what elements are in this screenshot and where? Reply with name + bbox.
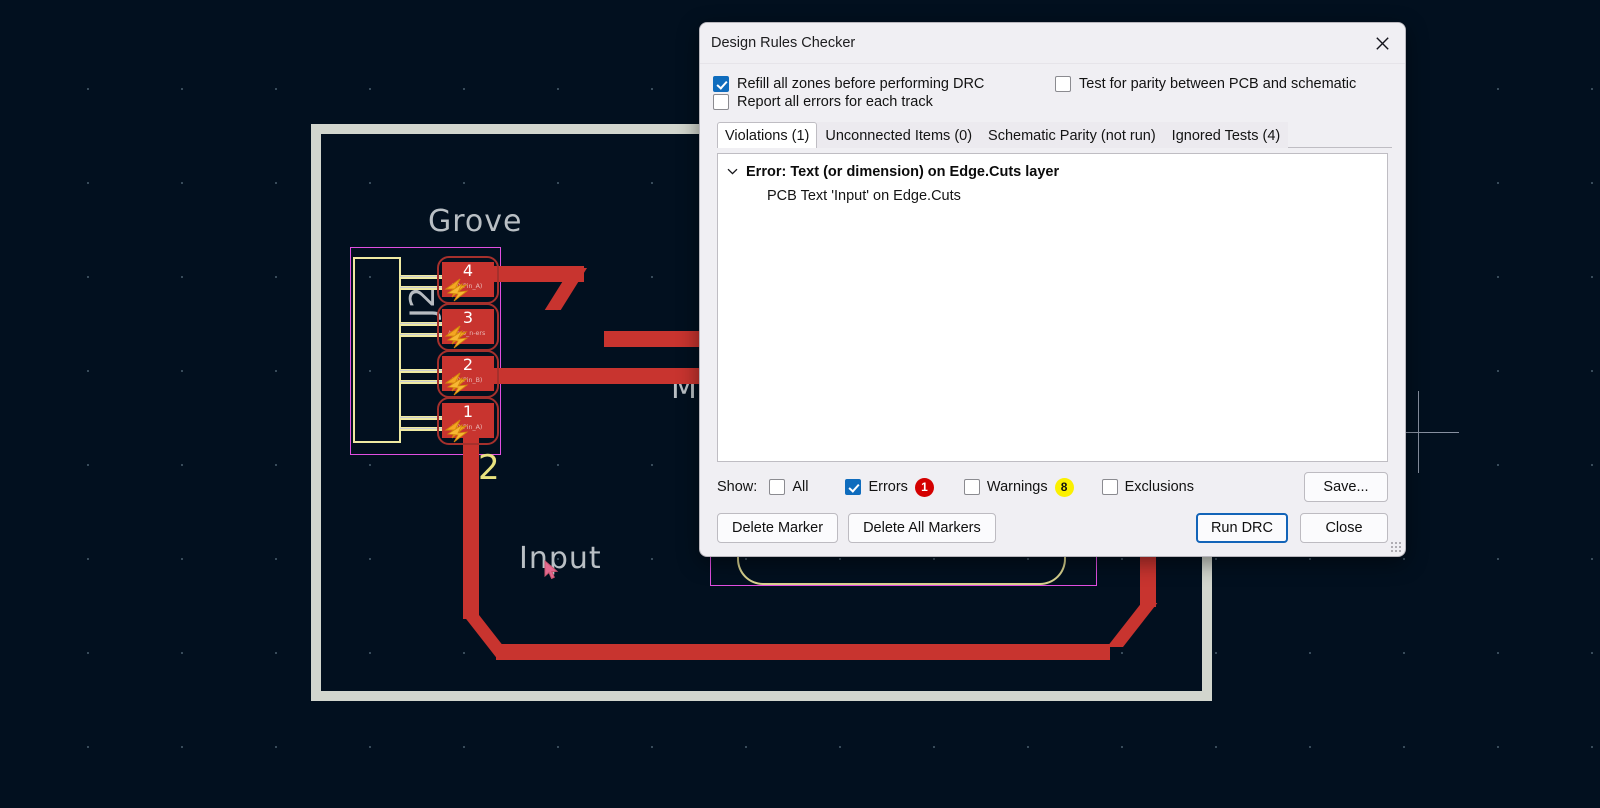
warnings-count-badge: 8 [1054,477,1074,497]
tab-violations[interactable]: Violations (1) [717,122,818,148]
filter-errors[interactable]: Errors 1 [845,477,934,497]
tab-unconnected-items[interactable]: Unconnected Items (0) [817,122,981,148]
dialog-title: Design Rules Checker [711,35,856,51]
dialog-tabstrip: Violations (1) Unconnected Items (0) Sch… [717,121,1392,148]
filter-warnings-label: Warnings [986,479,1048,495]
dialog-body: Refill all zones before performing DRC T… [700,64,1405,462]
design-rules-checker-dialog: Design Rules Checker Refill all zones be… [699,22,1406,557]
checkbox-refill-zones[interactable] [713,76,729,92]
checkbox-filter-warnings[interactable] [963,479,980,495]
resize-grip[interactable] [1390,541,1402,553]
drc-marker-icon[interactable] [443,320,473,350]
chevron-down-icon[interactable] [724,162,740,182]
dialog-options: Refill all zones before performing DRC T… [713,76,1392,110]
checkbox-filter-all[interactable] [769,479,786,495]
close-icon[interactable] [1359,23,1405,64]
filter-exclusions[interactable]: Exclusions [1101,479,1194,495]
violation-item[interactable]: PCB Text 'Input' on Edge.Cuts [724,182,1381,204]
silkscreen-body-j2 [353,257,401,443]
filter-all-label: All [792,479,809,495]
dialog-action-buttons: Delete Marker Delete All Markers Run DRC… [717,513,1388,543]
delete-all-markers-button[interactable]: Delete All Markers [848,513,996,543]
option-report-all-errors-label: Report all errors for each track [737,94,933,110]
drc-marker-icon[interactable] [443,273,473,303]
checkbox-filter-errors[interactable] [845,479,862,495]
silk-text-input[interactable]: Input [519,541,602,576]
option-report-all-errors[interactable]: Report all errors for each track [713,94,1055,110]
dialog-titlebar[interactable]: Design Rules Checker [700,23,1405,64]
show-label: Show: [717,479,758,495]
dialog-footer: Show: All Errors 1 Warnings 8 Exclusions… [700,462,1405,556]
checkbox-filter-exclusions[interactable] [1101,479,1118,495]
filter-all[interactable]: All [769,479,808,495]
show-filters-row: Show: All Errors 1 Warnings 8 Exclusions… [717,472,1388,502]
option-refill-zones[interactable]: Refill all zones before performing DRC [713,76,1055,92]
option-test-parity-label: Test for parity between PCB and schemati… [1079,76,1357,92]
option-test-parity[interactable]: Test for parity between PCB and schemati… [1055,76,1392,92]
drc-marker-icon[interactable] [443,414,473,444]
drc-marker-icon[interactable] [443,367,473,397]
option-refill-zones-label: Refill all zones before performing DRC [737,76,985,92]
track-segment[interactable] [463,424,479,619]
errors-count-badge: 1 [914,477,934,497]
checkbox-report-all-errors[interactable] [713,94,729,110]
checkbox-test-parity[interactable] [1055,76,1071,92]
tab-ignored-tests[interactable]: Ignored Tests (4) [1163,122,1289,148]
run-drc-button[interactable]: Run DRC [1195,513,1288,543]
close-button[interactable]: Close [1300,513,1388,543]
track-segment[interactable] [496,644,1110,660]
filter-exclusions-label: Exclusions [1124,479,1194,495]
violation-group[interactable]: Error: Text (or dimension) on Edge.Cuts … [724,162,1381,182]
filter-warnings[interactable]: Warnings 8 [963,477,1074,497]
violation-group-title: Error: Text (or dimension) on Edge.Cuts … [746,164,1060,180]
tab-schematic-parity[interactable]: Schematic Parity (not run) [980,122,1164,148]
filter-errors-label: Errors [868,479,908,495]
violations-list[interactable]: Error: Text (or dimension) on Edge.Cuts … [717,153,1388,462]
delete-marker-button[interactable]: Delete Marker [717,513,839,543]
save-button[interactable]: Save... [1304,472,1388,502]
silk-text-grove[interactable]: Grove [428,204,523,239]
